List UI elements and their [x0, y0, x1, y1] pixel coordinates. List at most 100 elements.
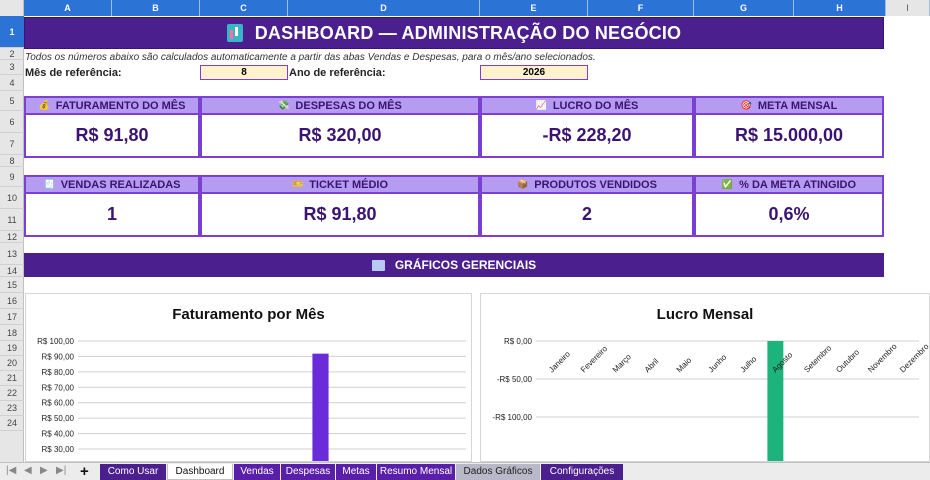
- row-header-6[interactable]: 6: [0, 111, 24, 133]
- row-header-9[interactable]: 9: [0, 167, 24, 187]
- kpi-label: LUCRO DO MÊS: [552, 99, 639, 112]
- kpi-value: R$ 320,00: [200, 115, 480, 158]
- column-header-d[interactable]: D: [288, 0, 480, 16]
- receipt-icon: 🧾: [43, 179, 55, 189]
- row-header-2[interactable]: 2: [0, 48, 24, 60]
- kpi-header-0: 💰 FATURAMENTO DO MÊS: [24, 96, 200, 115]
- kpi-header-2: 📈 LUCRO DO MÊS: [480, 96, 694, 115]
- select-all-corner[interactable]: [0, 0, 24, 16]
- kpi-header-3: 🎯 META MENSAL: [694, 96, 884, 115]
- prev-sheet-icon[interactable]: ◀: [24, 465, 32, 476]
- x-tick-label: Janeiro: [547, 349, 572, 374]
- sheet-tab-bar: |◀ ◀ ▶ ▶| + Como Usar Dashboard Vendas Desp…: [0, 462, 930, 480]
- row-header-15[interactable]: 15: [0, 277, 24, 293]
- kpi-header-2: 📦 PRODUTOS VENDIDOS: [480, 175, 694, 194]
- first-sheet-icon[interactable]: |◀: [6, 465, 16, 476]
- lucro-chart[interactable]: Lucro Mensal R$ 0,00 -R$ 50,00 -R$ 100,00 J…: [480, 293, 930, 462]
- spreadsheet-grid[interactable]: DASHBOARD — ADMINISTRAÇÃO DO NEGÓCIO Tod…: [24, 16, 930, 462]
- row-header-5[interactable]: 5: [0, 91, 24, 111]
- bar-chart-icon: [226, 24, 243, 42]
- y-tick-label: R$ 90,00: [42, 352, 75, 361]
- sheet-tab-7[interactable]: Configurações: [541, 464, 623, 480]
- column-header-g[interactable]: G: [694, 0, 794, 16]
- kpi-label: DESPESAS DO MÊS: [295, 99, 402, 112]
- row-header-19[interactable]: 19: [0, 341, 24, 356]
- row-header-11[interactable]: 11: [0, 209, 24, 231]
- column-header-i[interactable]: I: [886, 0, 930, 16]
- row-header-24[interactable]: 24: [0, 416, 24, 431]
- x-tick-label: Outubro: [834, 347, 861, 374]
- row-header-3[interactable]: 3: [0, 60, 24, 75]
- section-graficos-gerenciais: GRÁFICOS GERENCIAIS: [24, 253, 884, 277]
- year-reference-input[interactable]: 2026: [480, 65, 588, 80]
- next-sheet-icon[interactable]: ▶: [40, 465, 48, 476]
- kpi-label: TICKET MÉDIO: [309, 178, 389, 191]
- column-header-h[interactable]: H: [794, 0, 886, 16]
- kpi-label: META MENSAL: [757, 99, 838, 112]
- sheet-tab-0[interactable]: Como Usar: [100, 464, 166, 480]
- faturamento-chart[interactable]: Faturamento por Mês R$ 100,00 R$ 90,00 R$ …: [25, 293, 472, 462]
- page-title: DASHBOARD — ADMINISTRAÇÃO DO NEGÓCIO: [254, 22, 682, 43]
- y-tick-label: -R$ 100,00: [492, 413, 532, 422]
- row-header-18[interactable]: 18: [0, 325, 24, 341]
- row-header-12[interactable]: 12: [0, 231, 24, 243]
- row-header-1[interactable]: 1: [0, 16, 24, 48]
- chart-icon: [371, 259, 385, 271]
- sheet-tab-1[interactable]: Dashboard: [167, 464, 233, 480]
- column-header-f[interactable]: F: [588, 0, 694, 16]
- row-header-7[interactable]: 7: [0, 133, 24, 155]
- kpi-label: VENDAS REALIZADAS: [60, 178, 181, 191]
- row-header-4[interactable]: 4: [0, 75, 24, 91]
- column-header-e[interactable]: E: [480, 0, 588, 16]
- row-header-23[interactable]: 23: [0, 401, 24, 416]
- sheet-tab-2[interactable]: Vendas: [234, 464, 280, 480]
- sheet-tab-3[interactable]: Despesas: [281, 464, 335, 480]
- y-tick-label: R$ 30,00: [42, 445, 75, 454]
- bar-agosto[interactable]: [312, 353, 329, 462]
- kpi-value: -R$ 228,20: [480, 115, 694, 158]
- kpi-label: PRODUTOS VENDIDOS: [534, 178, 657, 191]
- x-tick-label: Abril: [643, 357, 661, 375]
- x-tick-label: Setembro: [802, 343, 833, 374]
- column-header-c[interactable]: C: [200, 0, 288, 16]
- last-sheet-icon[interactable]: ▶|: [56, 465, 66, 476]
- column-header-a[interactable]: A: [24, 0, 112, 16]
- x-tick-label: Março: [611, 352, 633, 374]
- row-header-20[interactable]: 20: [0, 356, 24, 371]
- add-sheet-icon[interactable]: +: [80, 463, 89, 480]
- year-reference-label: Ano de referência:: [289, 67, 386, 79]
- row-header-13[interactable]: 13: [0, 243, 24, 265]
- box-icon: 📦: [517, 179, 529, 189]
- kpi-value: R$ 91,80: [24, 115, 200, 158]
- month-reference-input[interactable]: 8: [200, 65, 288, 80]
- month-reference-label: Mês de referência:: [25, 67, 122, 79]
- sheet-tab-4[interactable]: Metas: [336, 464, 376, 480]
- kpi-label: FATURAMENTO DO MÊS: [55, 99, 186, 112]
- kpi-value: 2: [480, 194, 694, 237]
- sheet-tab-5[interactable]: Resumo Mensal: [377, 464, 455, 480]
- column-header-b[interactable]: B: [112, 0, 200, 16]
- sheet-tab-6[interactable]: Dados Gráficos: [456, 464, 540, 480]
- y-tick-label: R$ 0,00: [504, 337, 533, 346]
- row-header-14[interactable]: 14: [0, 265, 24, 277]
- kpi-header-1: 💸 DESPESAS DO MÊS: [200, 96, 480, 115]
- faturamento-chart-title: Faturamento por Mês: [172, 306, 325, 323]
- row-header-17[interactable]: 17: [0, 309, 24, 325]
- x-tick-label: Maio: [675, 355, 694, 374]
- row-header-10[interactable]: 10: [0, 187, 24, 209]
- info-note: Todos os números abaixo são calculados a…: [25, 52, 596, 63]
- dashboard-title-banner: DASHBOARD — ADMINISTRAÇÃO DO NEGÓCIO: [24, 17, 884, 49]
- lucro-chart-title: Lucro Mensal: [656, 306, 754, 323]
- y-tick-label: R$ 100,00: [37, 337, 74, 346]
- row-header-8[interactable]: 8: [0, 155, 24, 167]
- kpi-header-1: 🎫 TICKET MÉDIO: [200, 175, 480, 194]
- row-header-16[interactable]: 16: [0, 293, 24, 309]
- x-tick-label: Fevereiro: [579, 344, 610, 375]
- kpi-header-3: ✅ % DA META ATINGIDO: [694, 175, 884, 194]
- y-tick-label: -R$ 50,00: [497, 375, 533, 384]
- kpi-value: 0,6%: [694, 194, 884, 237]
- section-title: GRÁFICOS GERENCIAIS: [394, 258, 537, 272]
- row-header-22[interactable]: 22: [0, 386, 24, 401]
- row-header-21[interactable]: 21: [0, 371, 24, 386]
- flying-money-icon: 💸: [278, 100, 290, 110]
